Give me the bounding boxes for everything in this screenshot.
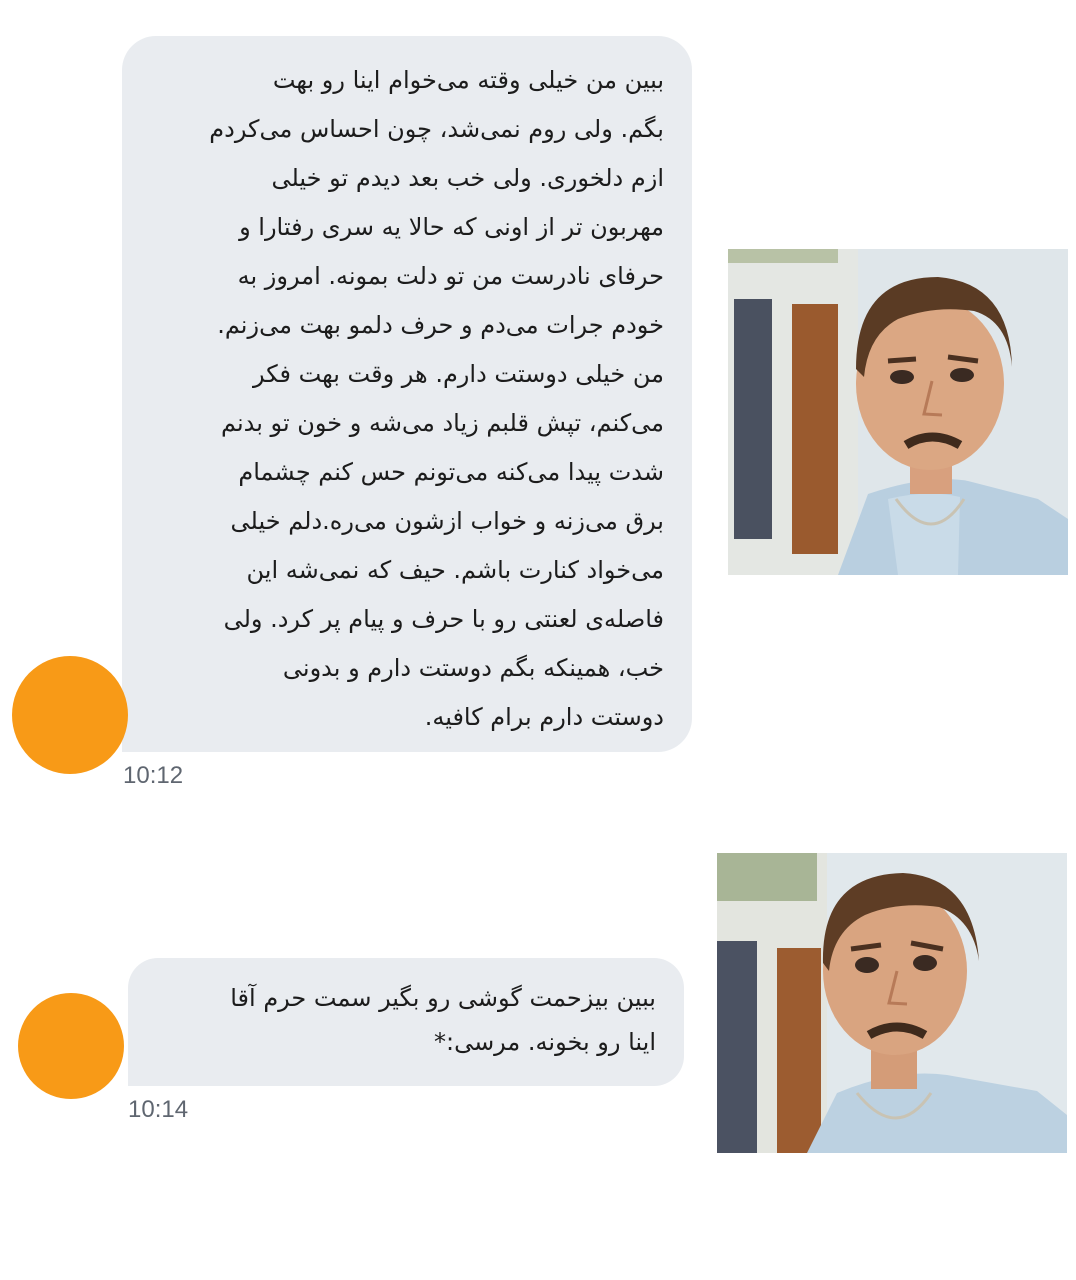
message-line: ببین بیزحمت گوشی رو بگیر سمت حرم آقا: [230, 984, 656, 1012]
message-line: خودم جرات می‌دم و حرف دلمو بهت می‌زنم.: [217, 311, 664, 339]
message-line: می‌خواد کنارت باشم. حیف که نمی‌شه این: [246, 556, 664, 584]
message-line: شدت پیدا می‌کنه می‌تونم حس کنم چشمام: [238, 458, 664, 486]
reaction-photo: [717, 853, 1067, 1153]
message-timestamp: 10:14: [128, 1096, 189, 1123]
message-line: ببین من خیلی وقته می‌خوام اینا رو بهت: [272, 66, 664, 94]
reaction-photo-art: [717, 853, 1067, 1153]
sender-avatar[interactable]: [18, 993, 124, 1099]
message-line: برق می‌زنه و خواب ازشون می‌ره.دلم خیلی: [230, 507, 664, 535]
message-line: دوستت دارم برام کافیه.: [424, 703, 664, 731]
message-line: می‌کنم، تپش قلبم زیاد می‌شه و خون تو بدن…: [221, 409, 664, 437]
message-bubble[interactable]: ببین بیزحمت گوشی رو بگیر سمت حرم آقا این…: [128, 958, 684, 1086]
message-line: حرفای نادرست من تو دلت بمونه. امروز به: [237, 262, 664, 290]
reaction-photo: [728, 249, 1068, 575]
reaction-photo-art: [728, 249, 1068, 575]
message-line: اینا رو بخونه. مرسی:*: [433, 1028, 656, 1056]
message-line: فاصله‌ی لعنتی رو با حرف و پیام پر کرد. و…: [223, 605, 664, 633]
message-line: خب، همینکه بگم دوستت دارم و بدونی: [282, 654, 664, 682]
message-timestamp: 10:12: [123, 762, 184, 789]
message-line: مهربون تر از اونی که حالا یه سری رفتارا …: [239, 213, 664, 241]
message-line: ازم دلخوری. ولی خب بعد دیدم تو خیلی: [271, 164, 664, 192]
message-line: من خیلی دوستت دارم. هر وقت بهت فکر: [253, 360, 664, 388]
message-bubble[interactable]: ببین من خیلی وقته می‌خوام اینا رو بهت بگ…: [122, 36, 692, 752]
sender-avatar[interactable]: [12, 656, 128, 774]
message-line: بگم. ولی روم نمی‌شد، چون احساس می‌کردم: [209, 115, 664, 143]
